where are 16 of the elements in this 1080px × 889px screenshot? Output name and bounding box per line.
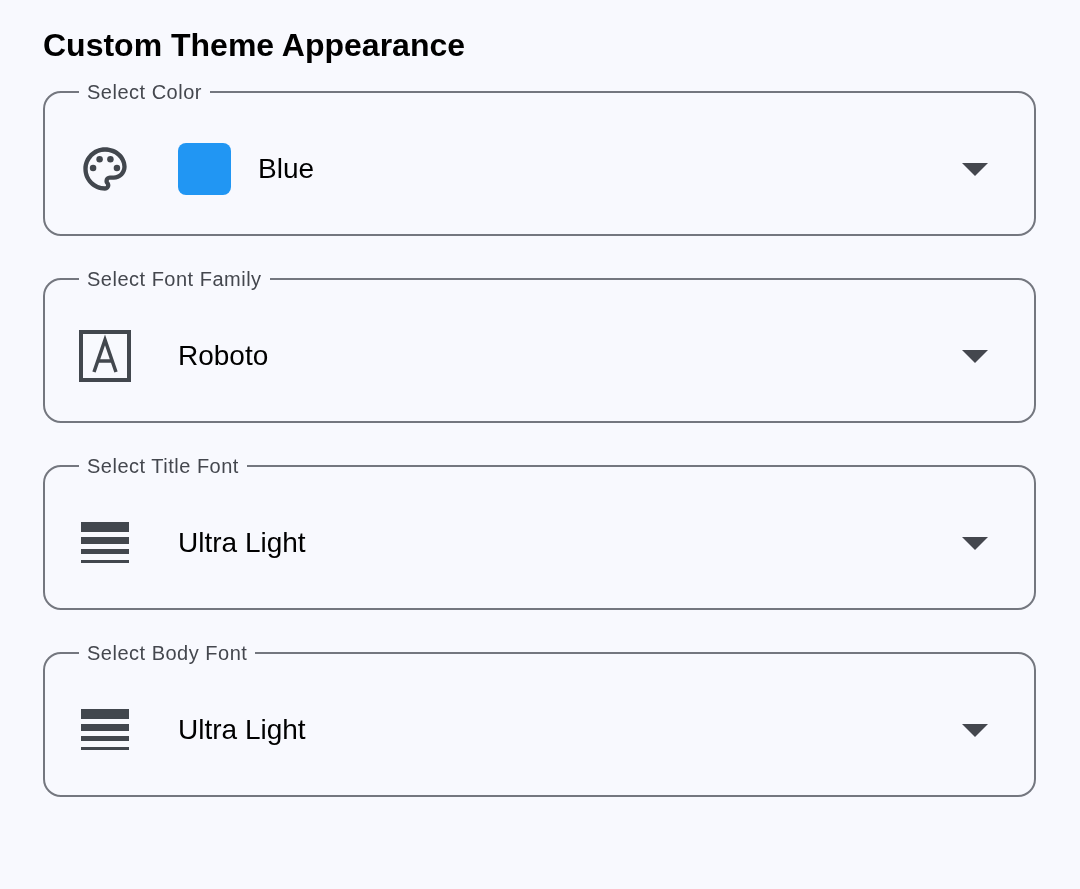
field-label: Select Color [86, 80, 203, 104]
line-weight-icon [81, 709, 129, 751]
caret-icon [962, 162, 988, 176]
caret-icon [962, 723, 988, 737]
caret-icon [962, 536, 988, 550]
page-title: Custom Theme Appearance [43, 26, 466, 65]
selected-value: Roboto [178, 339, 269, 373]
field-label: Select Body Font [86, 641, 249, 665]
selected-value: Blue [258, 152, 315, 186]
font-icon [79, 330, 131, 382]
line-weight-icon [81, 522, 129, 564]
selected-value: Ultra Light [178, 526, 306, 560]
selected-value: Ultra Light [178, 713, 306, 747]
field-label: Select Font Family [86, 267, 263, 291]
caret-icon [962, 349, 988, 363]
field-label: Select Title Font [86, 454, 240, 478]
